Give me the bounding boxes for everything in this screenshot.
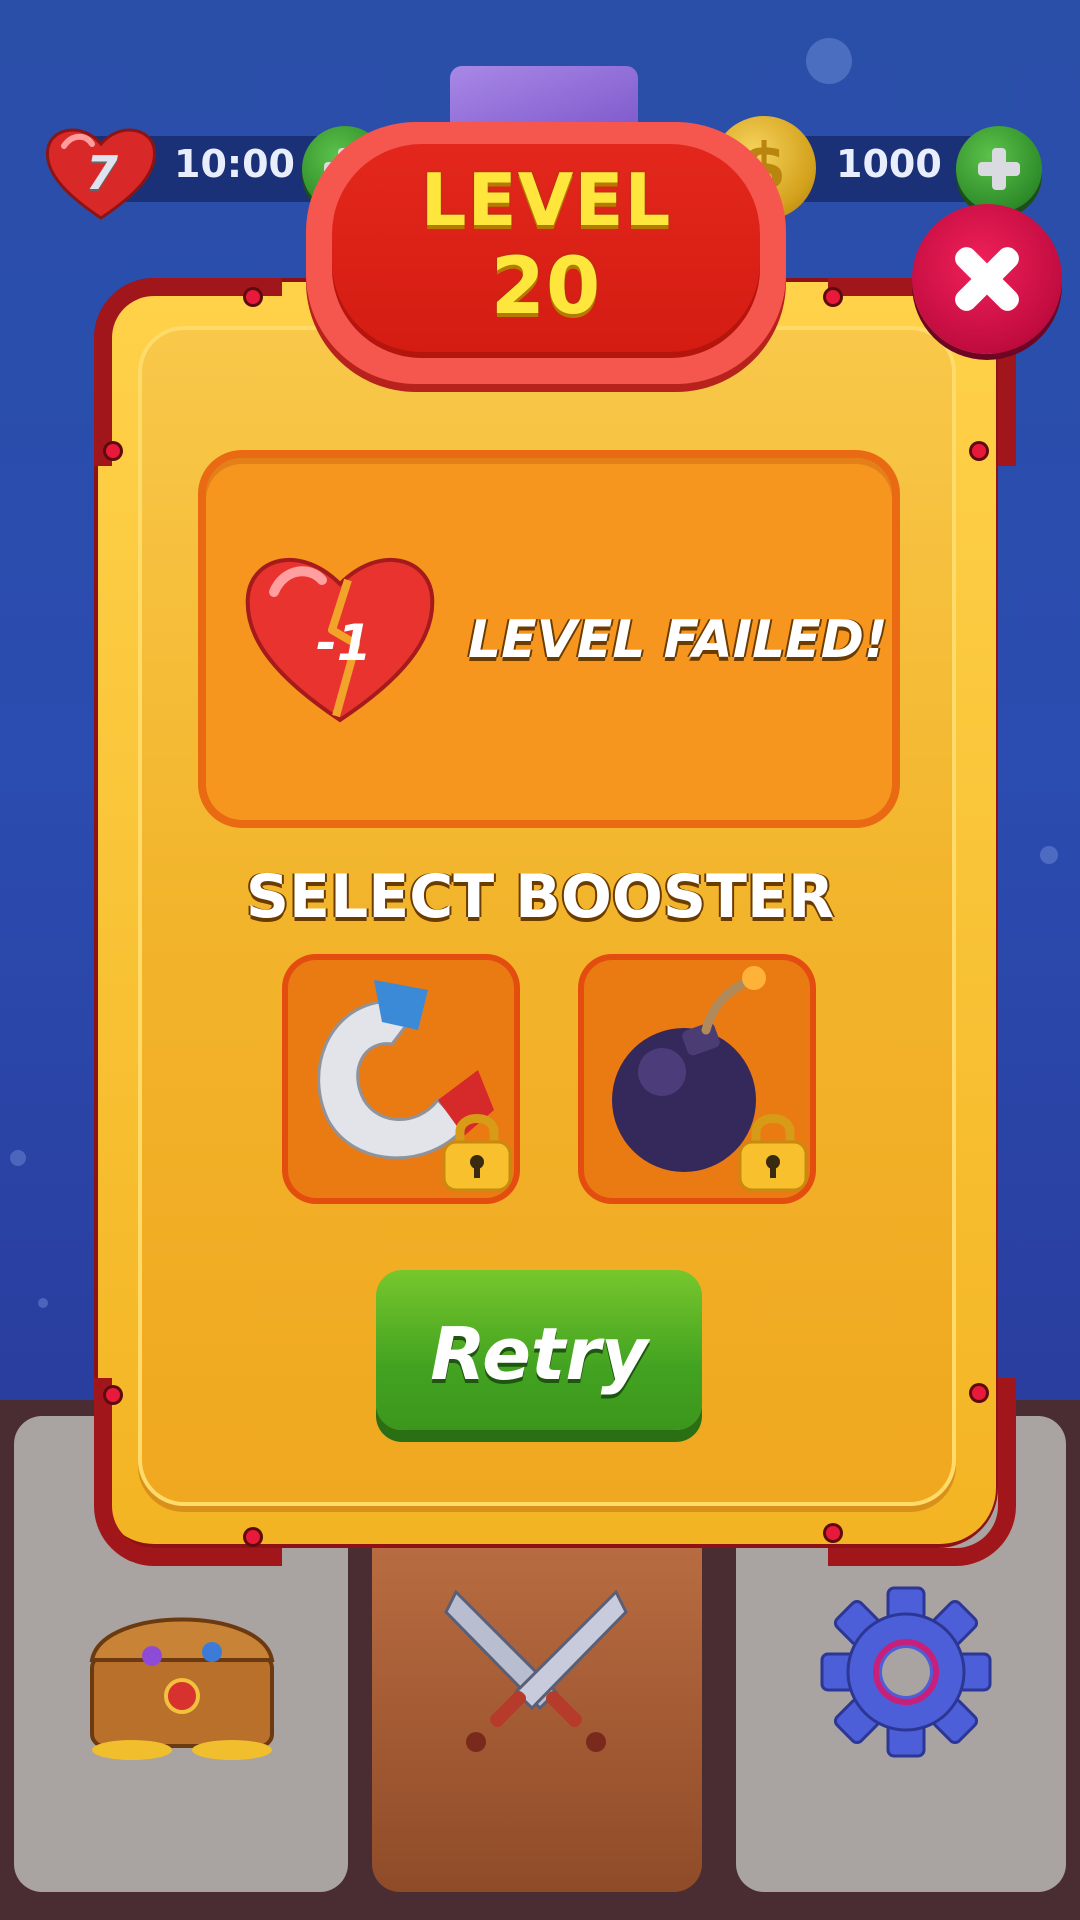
treasure-chest-icon bbox=[89, 1617, 275, 1760]
background-bubble bbox=[806, 38, 852, 84]
add-coins-button[interactable] bbox=[956, 126, 1042, 212]
lock-icon bbox=[442, 1114, 512, 1192]
lives-timer: 10:00 bbox=[174, 142, 295, 186]
level-badge: LEVEL 20 bbox=[306, 122, 786, 384]
lock-icon bbox=[738, 1114, 808, 1192]
retry-button[interactable]: Retry bbox=[376, 1270, 702, 1430]
coins-count: 1000 bbox=[836, 142, 942, 186]
rivet bbox=[246, 290, 260, 304]
heart-delta: -1 bbox=[316, 614, 372, 672]
level-failed-text: LEVEL FAILED! bbox=[468, 610, 888, 670]
rivet bbox=[106, 1388, 120, 1402]
level-number: 20 bbox=[490, 242, 602, 332]
close-button[interactable] bbox=[912, 204, 1062, 354]
lives-count: 7 bbox=[86, 146, 119, 200]
select-booster-title: SELECT BOOSTER bbox=[245, 862, 835, 932]
booster-slot-bomb[interactable] bbox=[584, 960, 810, 1198]
retry-label: Retry bbox=[430, 1312, 648, 1396]
rivet bbox=[972, 444, 986, 458]
rivet bbox=[106, 444, 120, 458]
gear-icon bbox=[820, 1586, 992, 1758]
booster-slot-magnet[interactable] bbox=[288, 960, 514, 1198]
rivet bbox=[246, 1530, 260, 1544]
rivet bbox=[826, 1526, 840, 1540]
rivet bbox=[972, 1386, 986, 1400]
rivet bbox=[826, 290, 840, 304]
level-label: LEVEL bbox=[420, 158, 672, 242]
background-bubble bbox=[10, 1150, 26, 1166]
background-bubble bbox=[38, 1298, 48, 1308]
crossed-swords-icon bbox=[444, 1589, 628, 1752]
